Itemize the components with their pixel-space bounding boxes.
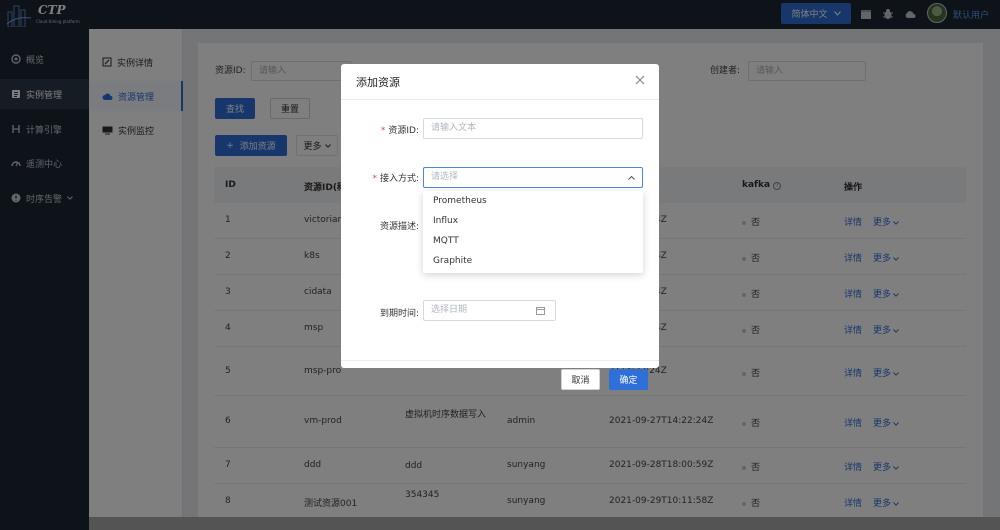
access-method-label-text: 接入方式: [379,174,419,184]
resource-id-field-label: * 资源ID: [361,123,419,136]
dropdown-option-prometheus[interactable]: Prometheus [433,196,487,206]
description-field-label: 资源描述: [379,222,419,232]
required-mark: * [372,174,377,184]
dropdown-option-mqtt[interactable]: MQTT [433,236,459,246]
expire-date-picker[interactable]: 选择日期 [423,300,556,321]
required-mark: * [380,126,386,136]
access-method-placeholder: 请选择 [431,172,459,182]
calendar-icon [536,307,545,315]
access-method-field-label: * 接入方式: [361,171,419,184]
dialog-title: 添加资源 [356,76,400,89]
expire-date-placeholder: 选择日期 [431,305,468,315]
cancel-button[interactable]: 取消 [561,369,600,390]
close-icon[interactable] [635,75,645,85]
dropdown-option-influx[interactable]: Influx [433,216,458,226]
chevron-up-icon [628,176,635,180]
resource-id-field[interactable]: 请输入文本 [423,118,643,139]
access-method-dropdown: Prometheus Influx MQTT Graphite [423,191,643,273]
dropdown-option-graphite[interactable]: Graphite [433,256,472,266]
dialog-footer-divider [341,360,659,361]
expire-date-field-label: 到期时间: [379,309,419,319]
access-method-select[interactable]: 请选择 [423,167,643,188]
resource-id-label-text: 资源ID: [388,126,419,136]
confirm-button[interactable]: 确定 [609,369,648,390]
add-resource-dialog: 添加资源 * 资源ID: 请输入文本 * 接入方式: 请选择 资源描述: 到期时间:… [341,64,659,390]
dialog-header-divider [341,99,659,100]
